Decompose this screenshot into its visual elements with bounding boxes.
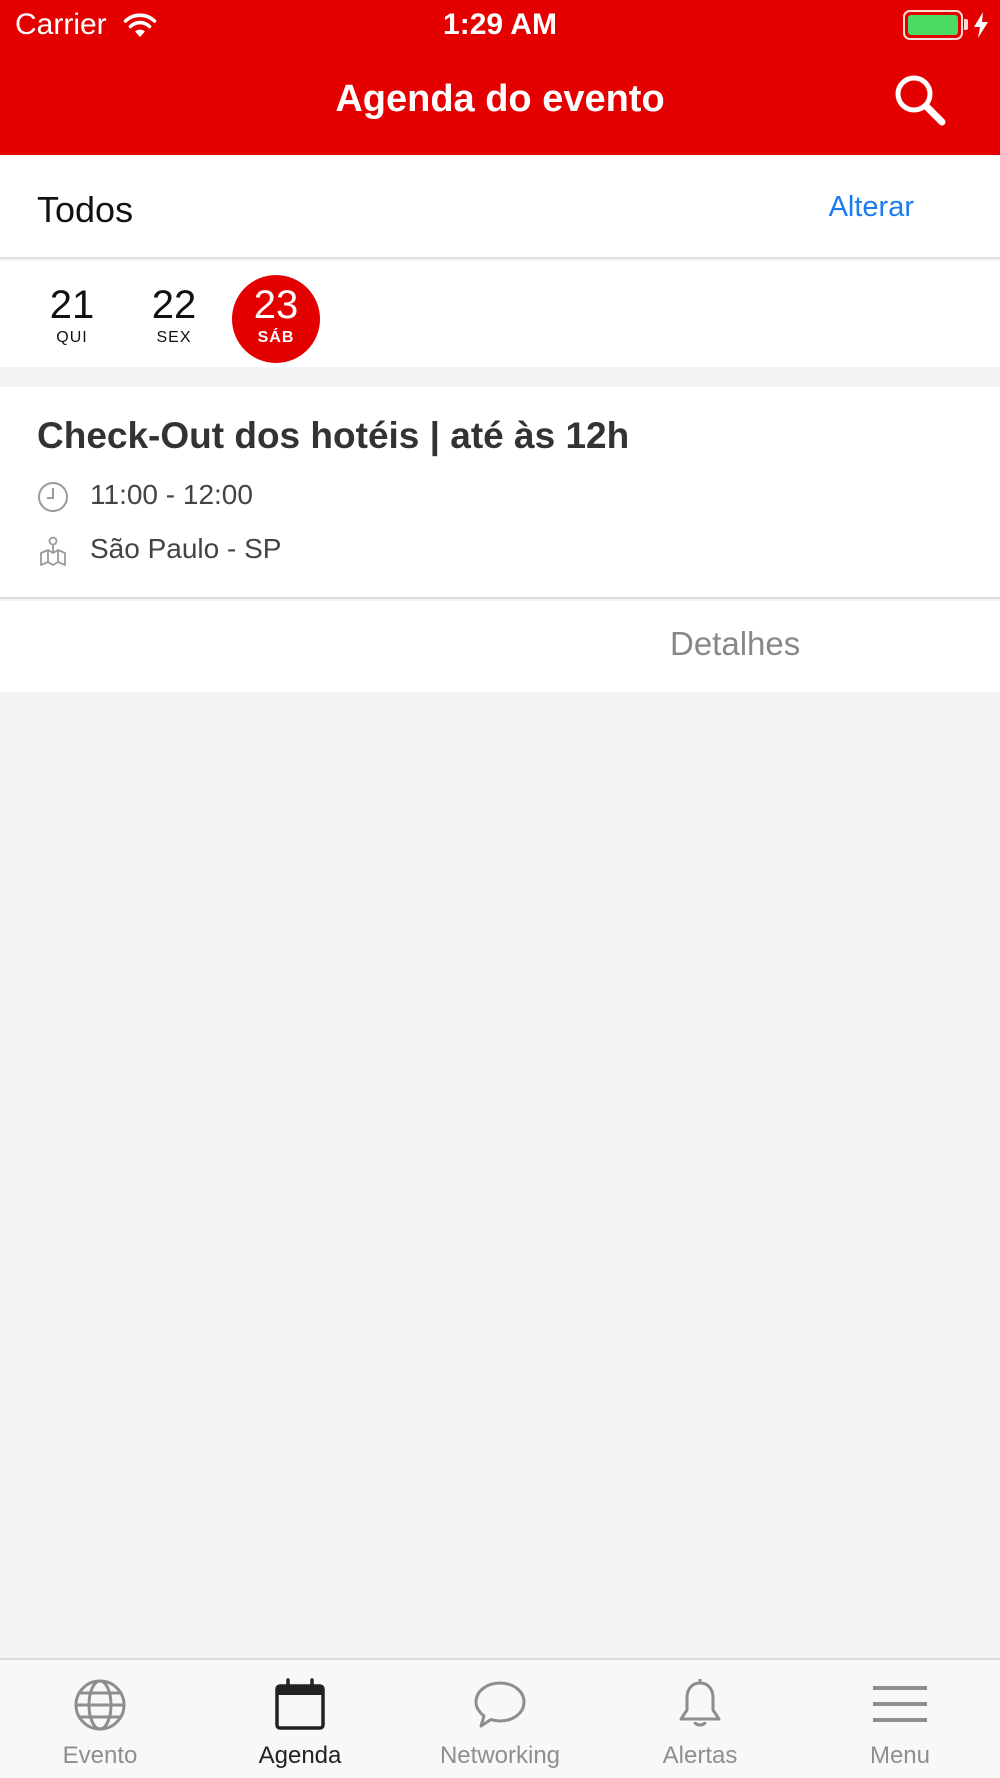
details-button[interactable]: Detalhes [670, 625, 800, 663]
event-title: Check-Out dos hotéis | até às 12h [37, 415, 630, 456]
tab-menu[interactable]: Menu [800, 1660, 1000, 1778]
date-day-number: 22 [151, 283, 197, 327]
filter-label: Todos [37, 189, 134, 230]
bell-icon [679, 1679, 721, 1727]
date-weekday: QUI [56, 329, 88, 346]
filter-bar: Todos Alterar [0, 155, 1000, 259]
tab-bar: Evento Agenda Networking Alertas Menu [0, 1658, 1000, 1778]
calendar-icon [275, 1678, 325, 1730]
map-pin-icon [40, 536, 66, 566]
date-item-22[interactable]: 22 SEX [130, 275, 218, 363]
clock-icon [38, 482, 68, 512]
date-selector: 21 QUI 22 SEX 23 SÁB [0, 261, 1000, 367]
search-button[interactable] [890, 70, 950, 130]
date-item-23-selected[interactable]: 23 SÁB [232, 275, 320, 363]
page-title: Agenda do evento [335, 78, 665, 120]
date-day-number: 21 [49, 283, 95, 327]
tab-networking[interactable]: Networking [400, 1660, 600, 1778]
date-item-21[interactable]: 21 QUI [28, 275, 116, 363]
hamburger-menu-icon [873, 1686, 927, 1722]
tab-label: Alertas [662, 1742, 738, 1769]
charging-bolt-icon [974, 12, 988, 38]
status-time: 1:29 AM [443, 8, 557, 41]
tab-label: Menu [869, 1742, 931, 1769]
tab-evento[interactable]: Evento [0, 1660, 200, 1778]
search-icon [895, 75, 946, 126]
details-bar: Detalhes [0, 601, 1000, 692]
status-bar: Carrier 1:29 AM [0, 0, 1000, 52]
date-weekday: SÁB [257, 329, 295, 346]
app-header: Carrier 1:29 AM Agenda do evento [0, 0, 1000, 155]
chat-bubble-icon [474, 1681, 526, 1728]
battery-icon [903, 10, 963, 40]
tab-label: Networking [439, 1742, 561, 1769]
globe-icon [74, 1679, 126, 1731]
date-weekday: SEX [156, 329, 192, 346]
change-filter-button[interactable]: Alterar [829, 191, 914, 224]
event-card[interactable]: Check-Out dos hotéis | até às 12h 11:00 … [0, 387, 1000, 599]
tab-label: Evento [62, 1742, 138, 1769]
event-time: 11:00 - 12:00 [90, 479, 253, 510]
tab-label: Agenda [258, 1742, 342, 1769]
battery-tip [964, 19, 968, 30]
tab-alertas[interactable]: Alertas [600, 1660, 800, 1778]
tab-agenda[interactable]: Agenda [200, 1660, 400, 1778]
event-location: São Paulo - SP [90, 533, 282, 564]
battery-level-fill [908, 15, 958, 35]
date-day-number: 23 [253, 283, 299, 327]
